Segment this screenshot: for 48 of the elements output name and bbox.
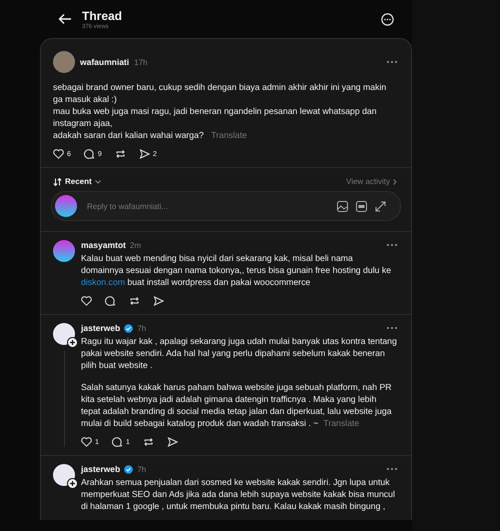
author-name[interactable]: masyamtot xyxy=(81,240,126,250)
repost-icon[interactable] xyxy=(142,437,154,447)
follow-plus-icon[interactable] xyxy=(67,337,78,348)
comment-icon[interactable] xyxy=(84,149,95,159)
comment-icon[interactable] xyxy=(112,437,123,447)
avatar[interactable] xyxy=(53,464,75,486)
author-name[interactable]: wafaumniati xyxy=(80,57,130,67)
back-arrow-icon[interactable] xyxy=(58,13,72,25)
reply-field[interactable]: Reply to wafaumniati... xyxy=(85,200,329,212)
reply-text: Ragu itu wajar kak , apalagi sekarang juga udah mulai banyak utas kontra tentang pakai website sendiri. Ada hal hal yang perlu dipahami sebelum kakak beneran pilih buat website . xyxy=(81,335,397,371)
repost-icon[interactable] xyxy=(114,149,126,159)
send-icon[interactable] xyxy=(166,437,178,447)
chevron-right-icon xyxy=(393,178,397,184)
reply-text: Salah satunya kakak harus paham bahwa website juga sebuah platform, nah PR kita setelah webnya jadi adalah gimana datengin trafficnya . Maka yang lebih tepat adalah branding di social media tetap jalan dan diperkuat, lalu website juga mulai di build sebagai katalog produk dan wadah transaksi . ~ Translate xyxy=(81,381,393,429)
translate-link[interactable]: Translate xyxy=(323,418,360,428)
view-activity-link[interactable]: View activity xyxy=(346,177,397,186)
avatar[interactable] xyxy=(53,240,75,262)
avatar[interactable] xyxy=(53,323,75,345)
page-title: Thread xyxy=(82,8,124,22)
more-options-icon[interactable] xyxy=(381,12,394,26)
follow-plus-icon[interactable] xyxy=(67,478,78,489)
expand-icon[interactable] xyxy=(375,200,386,212)
chevron-down-icon xyxy=(94,180,101,184)
reply-text: Kalau buat web mending bisa nyicil dari sekarang kak, misal beli nama domainnya sesuai dengan nama tokonya,, terus bisa gunain free hosting dulu ke diskon.com buat install wordpress dan pakai woocommerce xyxy=(81,252,392,288)
heart-icon[interactable] xyxy=(81,437,92,447)
post-time: 7h xyxy=(137,464,146,474)
sort-arrows-icon xyxy=(53,178,62,186)
repost-icon[interactable] xyxy=(129,296,140,306)
author-name[interactable]: jasterweb xyxy=(81,323,120,333)
reply-bar[interactable]: Reply to wafaumniati... xyxy=(51,191,401,221)
post-text: adakah saran dari kalian wahai warga? xyxy=(53,130,204,140)
translate-link[interactable]: Translate xyxy=(211,130,247,140)
post-text: sebagai brand owner baru, cukup sedih dengan biaya admin akhir akhir ini yang makin ga masuk akal :) xyxy=(53,82,386,104)
send-icon[interactable] xyxy=(153,296,164,306)
heart-icon[interactable] xyxy=(53,149,64,159)
gif-icon[interactable] xyxy=(356,200,367,212)
post-time: 17h xyxy=(134,58,148,66)
reply-text: Arahkan semua penjualan dari sosmed ke website kakak sendiri. Jgn lupa untuk memperkuat SEO dan Ads jika ada dana lebih supaya website kakak bisa muncul di halaman 1 google , untuk membuka pintu baru. Kalau kakak masih bingung , xyxy=(81,476,396,512)
author-name[interactable]: jasterweb xyxy=(81,464,120,474)
heart-icon[interactable] xyxy=(81,296,92,306)
link[interactable]: diskon.com xyxy=(81,277,125,287)
image-icon[interactable] xyxy=(337,200,348,212)
avatar xyxy=(55,195,77,217)
send-icon[interactable] xyxy=(138,149,150,159)
comment-icon[interactable] xyxy=(105,296,116,306)
post-time: 2m xyxy=(130,240,142,250)
sort-dropdown[interactable]: Recent xyxy=(53,177,101,186)
post-time: 7h xyxy=(137,324,146,332)
